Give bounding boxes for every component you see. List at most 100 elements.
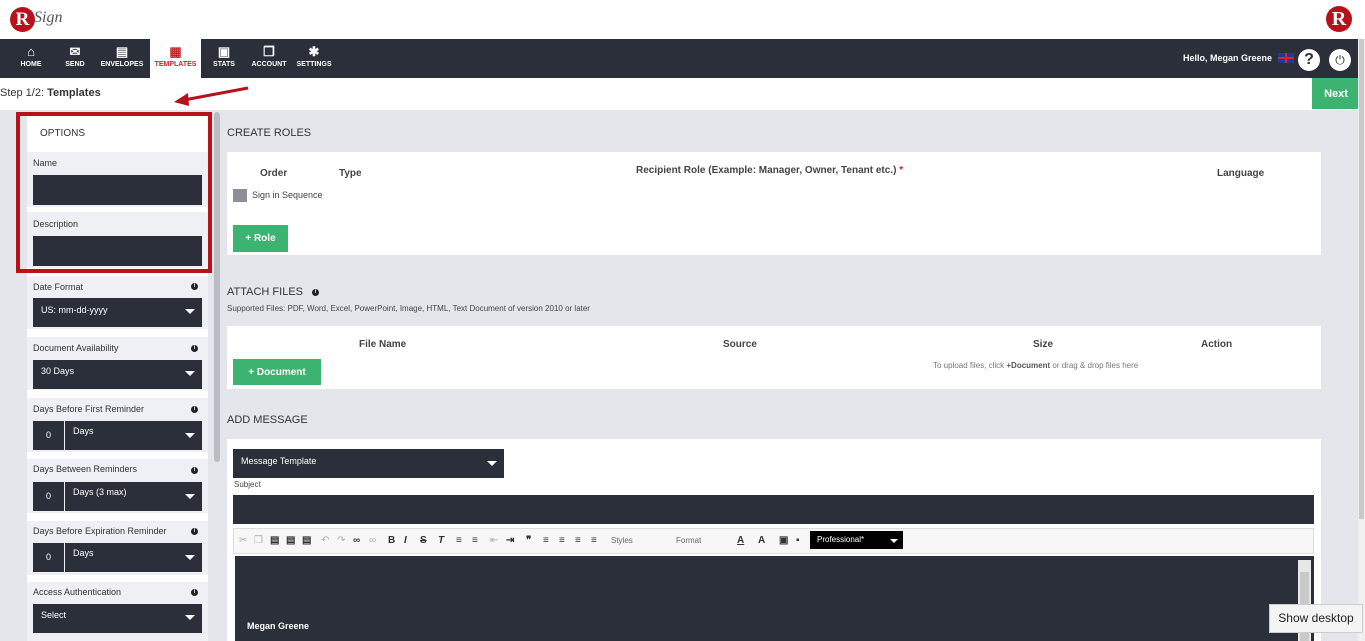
highlight-box — [16, 112, 212, 273]
availability-select[interactable]: 30 Days — [33, 360, 202, 389]
info-icon[interactable]: i — [191, 283, 198, 290]
italic-icon[interactable]: I — [404, 535, 407, 546]
align-right-icon[interactable]: ≡ — [575, 535, 581, 546]
align-left-icon[interactable]: ≡ — [543, 535, 549, 546]
date-format-select[interactable]: US: mm-dd-yyyy — [33, 298, 202, 327]
redo-icon[interactable]: ↷ — [337, 535, 345, 546]
order-header: Order — [260, 168, 288, 179]
recipient-role-text: Recipient Role (Example: Manager, Owner,… — [636, 165, 897, 176]
create-roles-title: CREATE ROLES — [227, 127, 312, 139]
power-icon[interactable]: ⏻ — [1329, 49, 1351, 71]
undo-icon[interactable]: ↶ — [321, 535, 329, 546]
top-header: R Sign R — [0, 0, 1365, 39]
required-mark: * — [899, 165, 904, 176]
link-icon[interactable]: ∞ — [353, 535, 360, 546]
next-button[interactable]: Next — [1312, 78, 1360, 109]
numbered-list-icon[interactable]: ≡ — [456, 535, 462, 546]
subject-input[interactable] — [233, 495, 1314, 524]
access-auth-select[interactable]: Select — [33, 604, 202, 633]
envelope-icon: ✉ — [69, 44, 81, 59]
info-icon[interactable]: i — [191, 589, 198, 596]
clear-format-icon[interactable]: T — [438, 535, 444, 546]
bullet-list-icon[interactable]: ≡ — [472, 535, 478, 546]
first-reminder-select[interactable]: Days — [65, 421, 202, 450]
upload-hint-post: or drag & drop files here — [1050, 361, 1139, 370]
access-auth-value: Select — [41, 610, 67, 620]
logo-mark: R — [10, 7, 35, 32]
briefcase-icon[interactable]: ▪ — [796, 535, 800, 546]
first-reminder-number[interactable]: 0 — [33, 421, 64, 450]
info-icon[interactable]: i — [191, 528, 198, 535]
message-template-select[interactable]: Message Template — [233, 449, 504, 478]
cut-icon[interactable]: ✂ — [239, 535, 247, 546]
nav-stats-label: STATS — [213, 61, 235, 68]
chevron-down-icon — [890, 539, 898, 543]
page-scrollbar-thumb[interactable] — [1359, 39, 1364, 519]
between-reminders-number[interactable]: 0 — [33, 482, 64, 511]
rpost-logo-icon[interactable]: R — [1326, 6, 1352, 32]
align-center-icon[interactable]: ≡ — [559, 535, 565, 546]
access-auth-label: Access Authentication — [33, 587, 122, 597]
chevron-down-icon — [185, 371, 195, 376]
file-name-header: File Name — [359, 339, 407, 350]
expiration-reminder-select[interactable]: Days — [65, 543, 202, 572]
between-reminders-select[interactable]: Days (3 max) — [65, 482, 202, 511]
logo-word: Sign — [34, 9, 63, 26]
indent-icon[interactable]: ⇥ — [506, 535, 514, 546]
size-header: Size — [1033, 339, 1054, 350]
first-reminder-label: Days Before First Reminder — [33, 404, 145, 414]
style-value: Professional* — [817, 535, 865, 544]
options-scrollbar[interactable] — [214, 112, 220, 462]
message-editor[interactable] — [235, 556, 1314, 641]
rsign-logo[interactable]: R Sign — [10, 5, 66, 35]
image-icon[interactable]: ▣ — [779, 535, 788, 546]
format-dropdown[interactable]: Format — [676, 536, 701, 545]
gear-icon: ✱ — [308, 44, 320, 59]
show-desktop-tooltip: Show desktop — [1269, 604, 1363, 633]
nav-home[interactable]: ⌂ HOME — [14, 39, 48, 78]
info-icon[interactable]: i — [191, 345, 198, 352]
text-color-icon[interactable]: A — [737, 535, 744, 546]
nav-send[interactable]: ✉ SEND — [58, 39, 92, 78]
help-icon[interactable]: ? — [1298, 49, 1320, 71]
bold-icon[interactable]: B — [388, 535, 395, 546]
language-header: Language — [1217, 168, 1265, 179]
nav-account-label: ACCOUNT — [251, 61, 287, 68]
style-select[interactable]: Professional* — [810, 531, 903, 549]
background-color-icon[interactable]: A — [758, 535, 765, 546]
info-icon[interactable]: i — [191, 406, 198, 413]
justify-icon[interactable]: ≡ — [591, 535, 597, 546]
info-icon[interactable]: i — [191, 467, 198, 474]
paste-icon[interactable]: ▤ — [270, 535, 279, 546]
action-header: Action — [1201, 339, 1233, 350]
nav-account[interactable]: ❐ ACCOUNT — [248, 39, 290, 78]
paste-word-icon[interactable]: ▤ — [302, 535, 311, 546]
add-role-button[interactable]: + Role — [233, 225, 288, 252]
message-template-value: Message Template — [241, 456, 317, 466]
outdent-icon[interactable]: ⇤ — [490, 535, 498, 546]
nav-settings[interactable]: ✱ SETTINGS — [294, 39, 334, 78]
files-panel — [227, 326, 1321, 389]
blockquote-icon[interactable]: ❞ — [526, 535, 531, 546]
strike-icon[interactable]: S — [420, 535, 427, 546]
step-prefix: Step 1/2: — [0, 87, 48, 99]
sign-in-sequence-checkbox[interactable] — [233, 189, 247, 202]
first-reminder-unit: Days — [73, 426, 94, 436]
add-document-button[interactable]: + Document — [233, 359, 321, 385]
info-icon[interactable]: i — [312, 289, 319, 296]
unlink-icon[interactable]: ∞ — [369, 535, 376, 546]
paste-text-icon[interactable]: ▤ — [286, 535, 295, 546]
nav-stats[interactable]: ▣ STATS — [206, 39, 242, 78]
briefcase-icon: ▣ — [217, 44, 231, 59]
uk-flag-icon[interactable] — [1278, 53, 1294, 63]
nav-envelopes[interactable]: ▤ ENVELOPES — [98, 39, 146, 78]
type-header: Type — [339, 168, 362, 179]
styles-dropdown[interactable]: Styles — [611, 536, 633, 545]
copy-icon[interactable]: ❐ — [254, 535, 263, 546]
nav-templates[interactable]: ▦ TEMPLATES — [150, 39, 201, 78]
expiration-reminder-number[interactable]: 0 — [33, 543, 64, 572]
annotation-arrow-icon — [174, 86, 249, 106]
page-scrollbar[interactable] — [1358, 39, 1365, 641]
upload-hint: To upload files, click +Document or drag… — [933, 361, 1138, 370]
chevron-down-icon — [185, 494, 195, 499]
